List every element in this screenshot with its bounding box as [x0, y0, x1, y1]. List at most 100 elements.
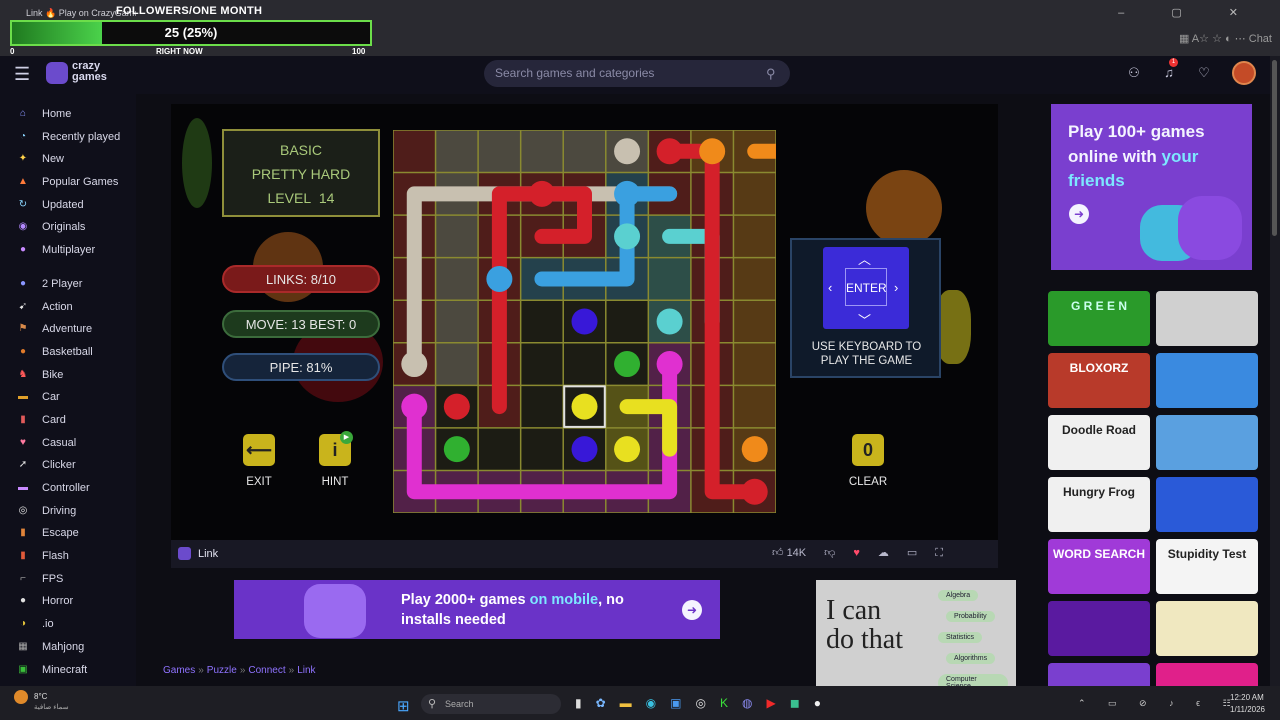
avatar[interactable] [1232, 61, 1256, 85]
favorite-heart-icon[interactable]: ♥ [853, 547, 860, 559]
sidebar-item-casual[interactable]: ♥ Casual [0, 432, 136, 455]
link-puzzle-board[interactable] [393, 130, 776, 513]
game-thumbnail[interactable] [1156, 477, 1258, 532]
game-thumbnail-label [1156, 601, 1258, 609]
breadcrumb-link[interactable]: Games [163, 665, 195, 676]
sidebar-item-action[interactable]: ➹ Action [0, 296, 136, 319]
kick-icon[interactable]: K [720, 696, 742, 710]
friends-icon[interactable]: ⚇ [1124, 65, 1144, 81]
game-thumbnail[interactable] [1048, 663, 1150, 686]
exit-button[interactable]: ⟵ [243, 434, 275, 466]
heart-icon[interactable]: ♡ [1194, 65, 1214, 81]
browser-toolbar-icons[interactable]: ▦ A☆ ☆ ◐ ⋯ Chat [1179, 32, 1272, 45]
game-thumbnail[interactable]: Stupidity Test [1156, 539, 1258, 594]
taskbar-search[interactable]: Search [421, 694, 561, 714]
breadcrumb-link[interactable]: Link [297, 665, 315, 676]
like-button[interactable]: 👍︎ 14K [772, 546, 806, 559]
mobile-text-part-3: , no [598, 592, 624, 608]
level-number: 14 [318, 190, 335, 206]
game-thumbnail[interactable]: WORD SEARCH [1048, 539, 1150, 594]
search-icon[interactable]: ⚲ [766, 66, 776, 82]
chrome-icon[interactable]: ◎ [696, 696, 720, 710]
clock-date[interactable]: 1/11/2026 [1230, 705, 1265, 714]
search-input[interactable]: Search games and categories [484, 60, 790, 87]
discord-icon[interactable]: ◍ [742, 696, 766, 710]
sidebar-item-fps[interactable]: ⌐ FPS [0, 568, 136, 591]
copilot-icon[interactable]: ✿ [596, 696, 620, 710]
fullscreen-icon[interactable]: ⛶ [935, 547, 943, 560]
breadcrumb-link[interactable]: Puzzle [207, 665, 237, 676]
sidebar-item-card[interactable]: ▮ Card [0, 409, 136, 432]
bell-icon[interactable]: ♫ [1159, 65, 1179, 80]
game-thumbnail[interactable] [1156, 291, 1258, 346]
sidebar-item-escape[interactable]: ▮ Escape [0, 522, 136, 545]
sidebar-item-car[interactable]: ▬ Car [0, 386, 136, 409]
store-icon[interactable]: ▣ [670, 696, 695, 710]
sidebar-item-flash[interactable]: ▮ Flash [0, 545, 136, 568]
window-controls[interactable]: – ▢ ✕ [1118, 6, 1260, 19]
endpoint-dot-orange [741, 436, 768, 463]
ad-line-1: I can [826, 595, 882, 626]
thumbs-up-icon: 👍︎ [772, 547, 784, 559]
sidebar-item-horror[interactable]: ● Horror [0, 590, 136, 613]
weather-icon[interactable] [14, 690, 28, 704]
toolbar-icons[interactable]: ▦ A☆ ☆ ◐ ⋯ [1179, 33, 1246, 45]
feedback-icon[interactable]: ▭ [907, 546, 917, 559]
game-thumbnail-label [1156, 291, 1258, 299]
sidebar-item-label: Home [42, 108, 72, 120]
sidebar-item-basketball[interactable]: ● Basketball [0, 341, 136, 364]
crazygames-logo-icon[interactable] [46, 62, 68, 84]
sidebar-category-list: ● 2 Player ➹ Action ⚑ Adventure ● Basketball ♞ Bi… [0, 273, 136, 681]
sidebar-item-driving[interactable]: ◎ Driving [0, 500, 136, 523]
promo-arrow-icon[interactable]: ➜ [1069, 204, 1089, 224]
game-thumbnail[interactable]: Doodle Road [1048, 415, 1150, 470]
recorder-icon[interactable]: ● [814, 696, 835, 710]
file-explorer-icon[interactable]: ▬ [620, 696, 646, 710]
mode-label: BASIC [279, 142, 322, 158]
breadcrumb-link[interactable]: Connect [248, 665, 285, 676]
game-thumbnail[interactable] [1156, 601, 1258, 656]
game-thumbnail[interactable] [1156, 353, 1258, 408]
cloud-save-icon[interactable]: ☁ [878, 546, 889, 559]
youtube-icon[interactable]: ▶ [766, 696, 789, 710]
board-cell-tint [393, 130, 436, 173]
game-thumbnail[interactable]: G R E E N [1048, 291, 1150, 346]
sidebar-item-controller[interactable]: ▬ Controller [0, 477, 136, 500]
mobile-arrow-icon[interactable]: ➜ [682, 600, 702, 620]
sidebar-item-minecraft[interactable]: ▣ Minecraft [0, 659, 136, 682]
game-thumbnail[interactable]: Hungry Frog [1048, 477, 1150, 532]
sidebar-item-bike[interactable]: ♞ Bike [0, 364, 136, 387]
sidebar-item-mahjong[interactable]: ▦ Mahjong [0, 636, 136, 659]
windows-start-icon[interactable]: ⊞ [397, 697, 410, 715]
sidebar-item-originals[interactable]: ◉ Originals [0, 216, 136, 239]
edge-icon[interactable]: ◉ [646, 696, 670, 710]
sidebar-item-popular-games[interactable]: ▲ Popular Games [0, 171, 136, 194]
chat-button[interactable]: Chat [1249, 33, 1272, 45]
ad-chip: Algebra [938, 590, 979, 601]
clock-time[interactable]: 12:20 AM [1230, 693, 1264, 702]
obs-icon[interactable]: ◼ [790, 696, 814, 710]
dislike-button[interactable]: 👎︎ [824, 546, 835, 559]
sidebar-item-updated[interactable]: ↻ Updated [0, 194, 136, 217]
crazygames-logo-text[interactable]: crazy games [72, 61, 107, 83]
task-view-icon[interactable]: ▮ [575, 696, 596, 710]
sidebar-item-label: Flash [42, 550, 69, 563]
sidebar-item-recently-played[interactable]: ◔ Recently played [0, 126, 136, 149]
sidebar-item-2-player[interactable]: ● 2 Player [0, 273, 136, 296]
scrollbar-thumb[interactable] [1272, 60, 1277, 236]
system-tray[interactable]: ⌃ ▭ ⊘ ♪ ϵ ☷ [1078, 698, 1241, 709]
sidebar-item-new[interactable]: ✦ New [0, 148, 136, 171]
game-thumbnail[interactable] [1156, 415, 1258, 470]
sidebar-item-io[interactable]: ◑ .io [0, 613, 136, 636]
sidebar-item-clicker[interactable]: ➚ Clicker [0, 454, 136, 477]
game-thumbnail[interactable] [1156, 663, 1258, 686]
board-cell-tint [733, 342, 776, 386]
game-thumbnail[interactable]: BLOXORZ [1048, 353, 1150, 408]
sidebar-item-adventure[interactable]: ⚑ Adventure [0, 318, 136, 341]
clear-button[interactable]: 0 [852, 434, 884, 466]
sidebar-item-multiplayer[interactable]: ● Multiplayer [0, 239, 136, 262]
sidebar-item-home[interactable]: ⌂ Home [0, 103, 136, 126]
mobile-text-part-1: Play 2000+ games [401, 592, 530, 608]
game-thumbnail[interactable] [1048, 601, 1150, 656]
hamburger-menu-icon[interactable]: ☰ [14, 65, 30, 83]
